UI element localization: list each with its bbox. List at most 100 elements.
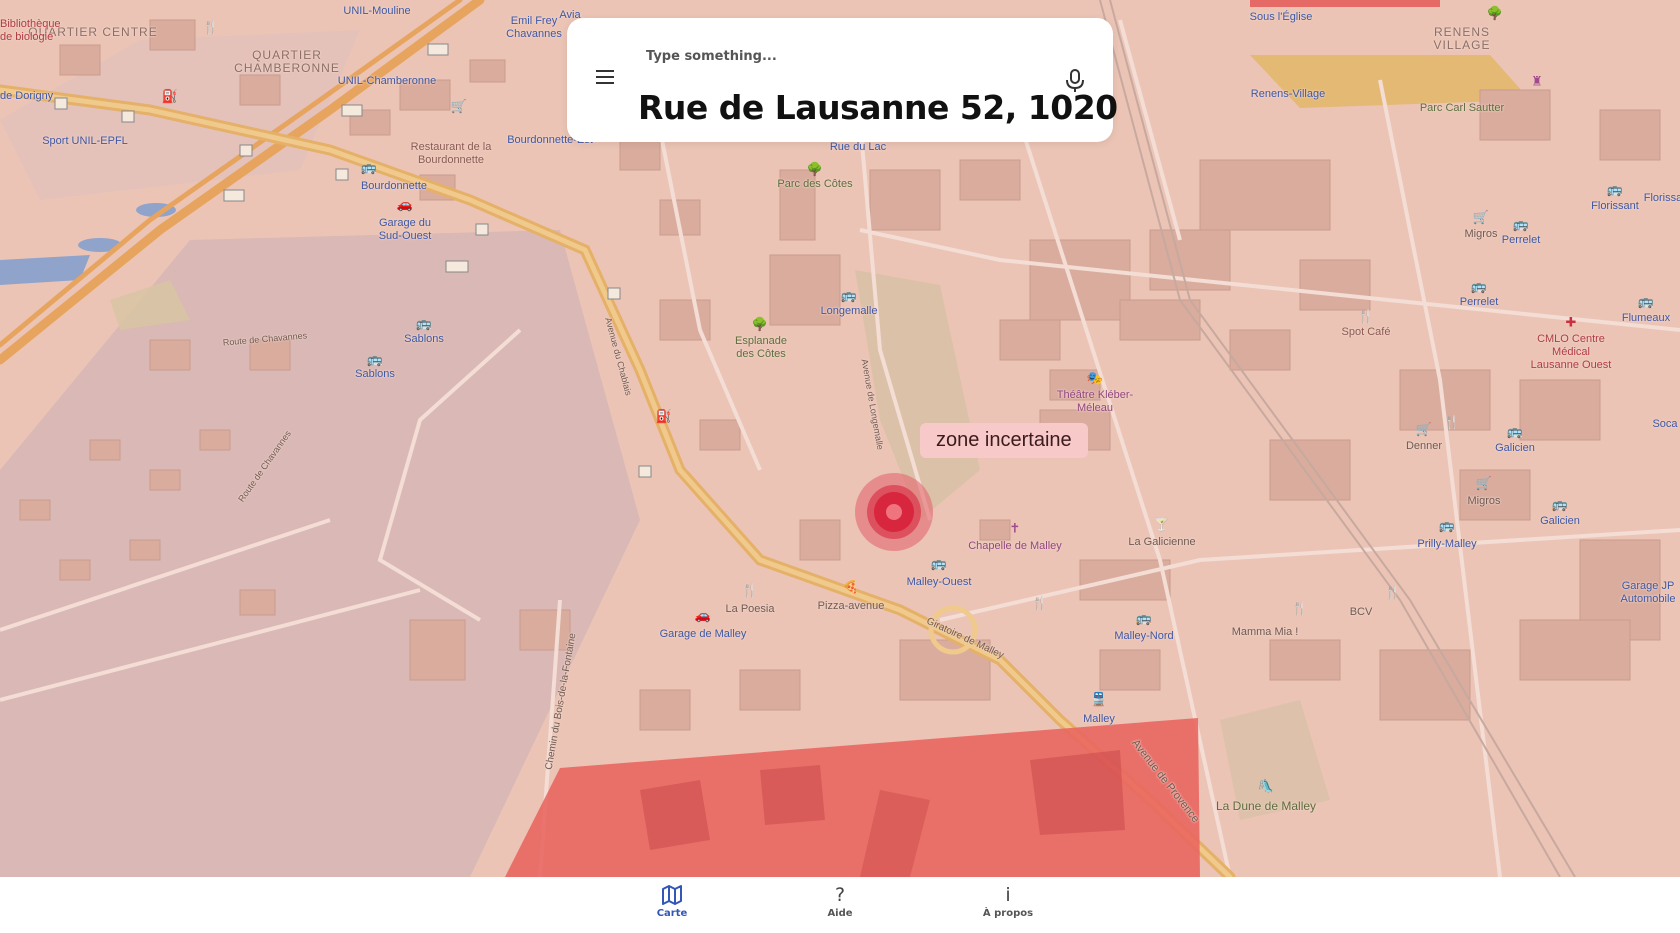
bus-stop-icon[interactable]: 🚌	[1513, 219, 1529, 232]
info-icon: i	[1005, 884, 1011, 906]
poi-label: Parc Carl Sautter	[1419, 102, 1505, 114]
bar-icon[interactable]: 🍸	[1154, 519, 1170, 532]
poi-label: CMLO Centre Médical Lausanne Ouest	[1530, 333, 1612, 371]
bus-stop-icon[interactable]: 🚌	[1507, 426, 1523, 439]
chapel-icon[interactable]: ✝	[1010, 523, 1021, 536]
medical-cross-icon[interactable]: ✚	[1566, 317, 1577, 330]
location-marker-dot	[886, 504, 902, 520]
poi-label: Garage du Sud-Ouest	[378, 217, 432, 242]
nav-label: À propos	[982, 908, 1034, 919]
bus-stop-icon[interactable]: 🚌	[1607, 184, 1623, 197]
restaurant-icon[interactable]: 🍴	[1358, 311, 1374, 324]
poi-label: Soca	[1652, 418, 1678, 430]
poi-label: Parc des Côtes	[777, 178, 853, 190]
microphone-icon[interactable]	[1063, 68, 1087, 94]
poi-label: e de Dorigny	[0, 90, 54, 102]
poi-label: Emil Frey Chavannes	[506, 15, 562, 40]
poi-label: UNIL-Chamberonne	[337, 75, 437, 87]
poi-label: Perrelet	[1501, 234, 1541, 246]
car-icon[interactable]: 🚗	[695, 610, 711, 623]
restaurant-icon[interactable]: 🍴	[1032, 598, 1048, 611]
bus-stop-icon[interactable]: 🚌	[416, 318, 432, 331]
poi-label: Sport UNIL-EPFL	[42, 135, 128, 147]
bus-stop-icon[interactable]: 🚌	[1471, 281, 1487, 294]
bus-stop-icon[interactable]: 🚌	[841, 290, 857, 303]
nav-item-carte[interactable]: Carte	[627, 883, 717, 919]
poi-label: Garage de Malley	[659, 628, 747, 640]
map-icon	[627, 883, 717, 907]
restaurant-icon[interactable]: 🍴	[203, 22, 219, 35]
restaurant-icon[interactable]: 🍴	[1292, 603, 1308, 616]
poi-label: La Poesia	[725, 603, 775, 615]
car-icon[interactable]: 🚗	[397, 199, 413, 212]
poi-label: BCV	[1349, 606, 1373, 618]
shop-icon[interactable]: 🛒	[1473, 212, 1489, 225]
nav-label: Aide	[827, 908, 853, 919]
poi-label: Bourdonnette	[360, 180, 428, 192]
poi-label: Galicien	[1540, 515, 1580, 527]
uncertain-zone-label: zone incertaine	[920, 423, 1088, 458]
bus-stop-icon[interactable]: 🚌	[931, 558, 947, 571]
nav-item-aide[interactable]: ? Aide	[795, 883, 885, 919]
search-input-placeholder[interactable]: Type something...	[646, 49, 777, 64]
poi-label: Chapelle de Malley	[968, 540, 1062, 552]
restaurant-icon[interactable]: 🍴	[742, 585, 758, 598]
bus-stop-icon[interactable]: 🚌	[1638, 296, 1654, 309]
shop-icon[interactable]: 🛒	[1416, 424, 1432, 437]
nav-label: Carte	[656, 908, 688, 919]
poi-label: Longemalle	[820, 305, 878, 317]
pizza-icon[interactable]: 🍕	[843, 582, 859, 595]
poi-label: Galicien	[1495, 442, 1535, 454]
poi-label: Florissant	[1591, 200, 1639, 212]
poi-label: Florissa	[1643, 192, 1680, 204]
playground-icon[interactable]: 🛝	[1258, 781, 1274, 794]
location-marker[interactable]	[855, 473, 933, 551]
bus-stop-icon[interactable]: 🚌	[1136, 613, 1152, 626]
restaurant-icon[interactable]: 🍴	[1444, 417, 1460, 430]
poi-label: Malley-Nord	[1114, 630, 1174, 642]
tree-icon[interactable]: 🌳	[807, 164, 823, 177]
restaurant-icon[interactable]: 🍴	[1385, 587, 1401, 600]
fuel-station-icon[interactable]: ⛽	[162, 91, 178, 104]
museum-icon[interactable]: ♜	[1531, 76, 1543, 89]
shop-icon[interactable]: 🛒	[451, 101, 467, 114]
poi-label: Malley	[1083, 713, 1115, 725]
poi-label: Sablons	[355, 368, 395, 380]
hamburger-menu-icon[interactable]	[594, 70, 616, 86]
train-station-icon[interactable]: 🚆	[1091, 694, 1107, 707]
bus-stop-icon[interactable]: 🚌	[361, 162, 377, 175]
theatre-icon[interactable]: 🎭	[1087, 373, 1103, 386]
poi-label: Migros	[1467, 495, 1501, 507]
nav-item-a-propos[interactable]: i À propos	[963, 883, 1053, 919]
search-address-value[interactable]: Rue de Lausanne 52, 1020	[638, 88, 1118, 127]
poi-label: Rue du Lac	[829, 141, 887, 153]
poi-label: Flumeaux	[1621, 312, 1671, 324]
poi-label: Bibliothèque de biologie	[0, 18, 61, 43]
bus-stop-icon[interactable]: 🚌	[1439, 520, 1455, 533]
poi-label: Migros	[1464, 228, 1498, 240]
fuel-station-icon[interactable]: ⛽	[656, 411, 672, 424]
district-label: RENENS VILLAGE	[1433, 25, 1491, 52]
shop-icon[interactable]: 🛒	[1476, 478, 1492, 491]
poi-label: Pizza-avenue	[817, 600, 885, 612]
poi-label: Perrelet	[1459, 296, 1499, 308]
poi-label: Denner	[1405, 440, 1443, 452]
question-mark-icon: ?	[834, 884, 846, 906]
poi-label: Malley-Ouest	[906, 576, 972, 588]
poi-label: Garage JP Automobile	[1620, 580, 1676, 605]
poi-label: Mamma Mia !	[1231, 626, 1299, 638]
poi-label: Sous l'Église	[1249, 11, 1313, 23]
bus-stop-icon[interactable]: 🚌	[1552, 499, 1568, 512]
search-card[interactable]: Type something... Rue de Lausanne 52, 10…	[567, 18, 1118, 142]
tree-icon[interactable]: 🌳	[1487, 8, 1503, 21]
poi-label: Spot Café	[1341, 326, 1391, 338]
poi-label: Sablons	[404, 333, 444, 345]
poi-label: Restaurant de la Bourdonnette	[410, 141, 492, 166]
poi-label: Prilly-Malley	[1417, 538, 1477, 550]
bus-stop-icon[interactable]: 🚌	[367, 354, 383, 367]
poi-label: Renens-Village	[1250, 88, 1326, 100]
poi-label: UNIL-Mouline	[343, 5, 411, 17]
tree-icon[interactable]: 🌳	[752, 319, 768, 332]
district-label: QUARTIER CHAMBERONNE	[234, 48, 340, 75]
poi-label: Théâtre Kléber- Méleau	[1056, 389, 1134, 414]
